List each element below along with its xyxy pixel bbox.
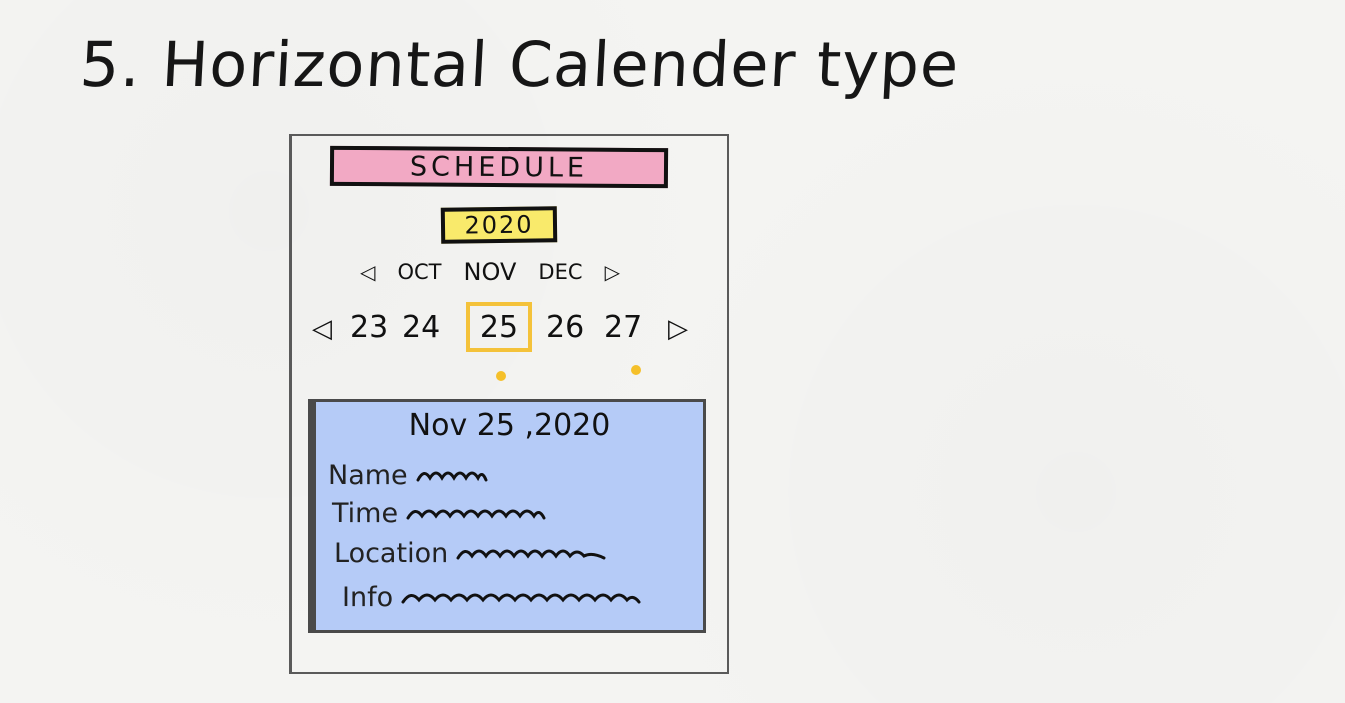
day-item[interactable]: 27 <box>604 310 642 345</box>
month-next-arrow-icon[interactable]: ▷ <box>605 260 620 284</box>
schedule-banner: SCHEDULE <box>329 145 669 189</box>
day-item[interactable]: 26 <box>546 310 584 345</box>
detail-info-row: Info <box>342 582 641 613</box>
placeholder-squiggle-icon <box>456 549 606 559</box>
event-dot-icon <box>631 365 641 375</box>
month-prev[interactable]: OCT <box>397 260 441 284</box>
event-dot-icon <box>496 371 506 381</box>
detail-name-row: Name <box>328 460 488 491</box>
day-item-selected[interactable]: 25 <box>466 302 532 352</box>
detail-location-row: Location <box>334 538 606 569</box>
month-selector: ◁ OCT NOV DEC ▷ <box>360 254 620 290</box>
day-selector: ◁ 23 24 25 26 27 ▷ <box>308 302 690 358</box>
detail-time-row: Time <box>332 498 546 529</box>
day-next-arrow-icon[interactable]: ▷ <box>668 314 688 344</box>
month-next[interactable]: DEC <box>538 260 582 284</box>
detail-location-label: Location <box>334 538 449 569</box>
month-current[interactable]: NOV <box>464 258 517 286</box>
sketch-heading: 5. Horizontal Calender type <box>78 28 962 101</box>
event-details-panel: Nov 25 ,2020 Name Time Location Info <box>308 399 706 633</box>
placeholder-squiggle-icon <box>406 509 546 519</box>
day-item[interactable]: 23 <box>350 310 388 345</box>
day-prev-arrow-icon[interactable]: ◁ <box>312 314 332 344</box>
year-badge[interactable]: 2020 <box>440 206 558 244</box>
placeholder-squiggle-icon <box>401 593 641 603</box>
details-date: Nov 25 ,2020 <box>408 408 611 443</box>
detail-name-label: Name <box>328 460 408 491</box>
day-item[interactable]: 24 <box>402 310 440 345</box>
detail-info-label: Info <box>342 582 394 613</box>
month-prev-arrow-icon[interactable]: ◁ <box>360 260 375 284</box>
detail-time-label: Time <box>332 498 399 529</box>
placeholder-squiggle-icon <box>416 471 488 481</box>
